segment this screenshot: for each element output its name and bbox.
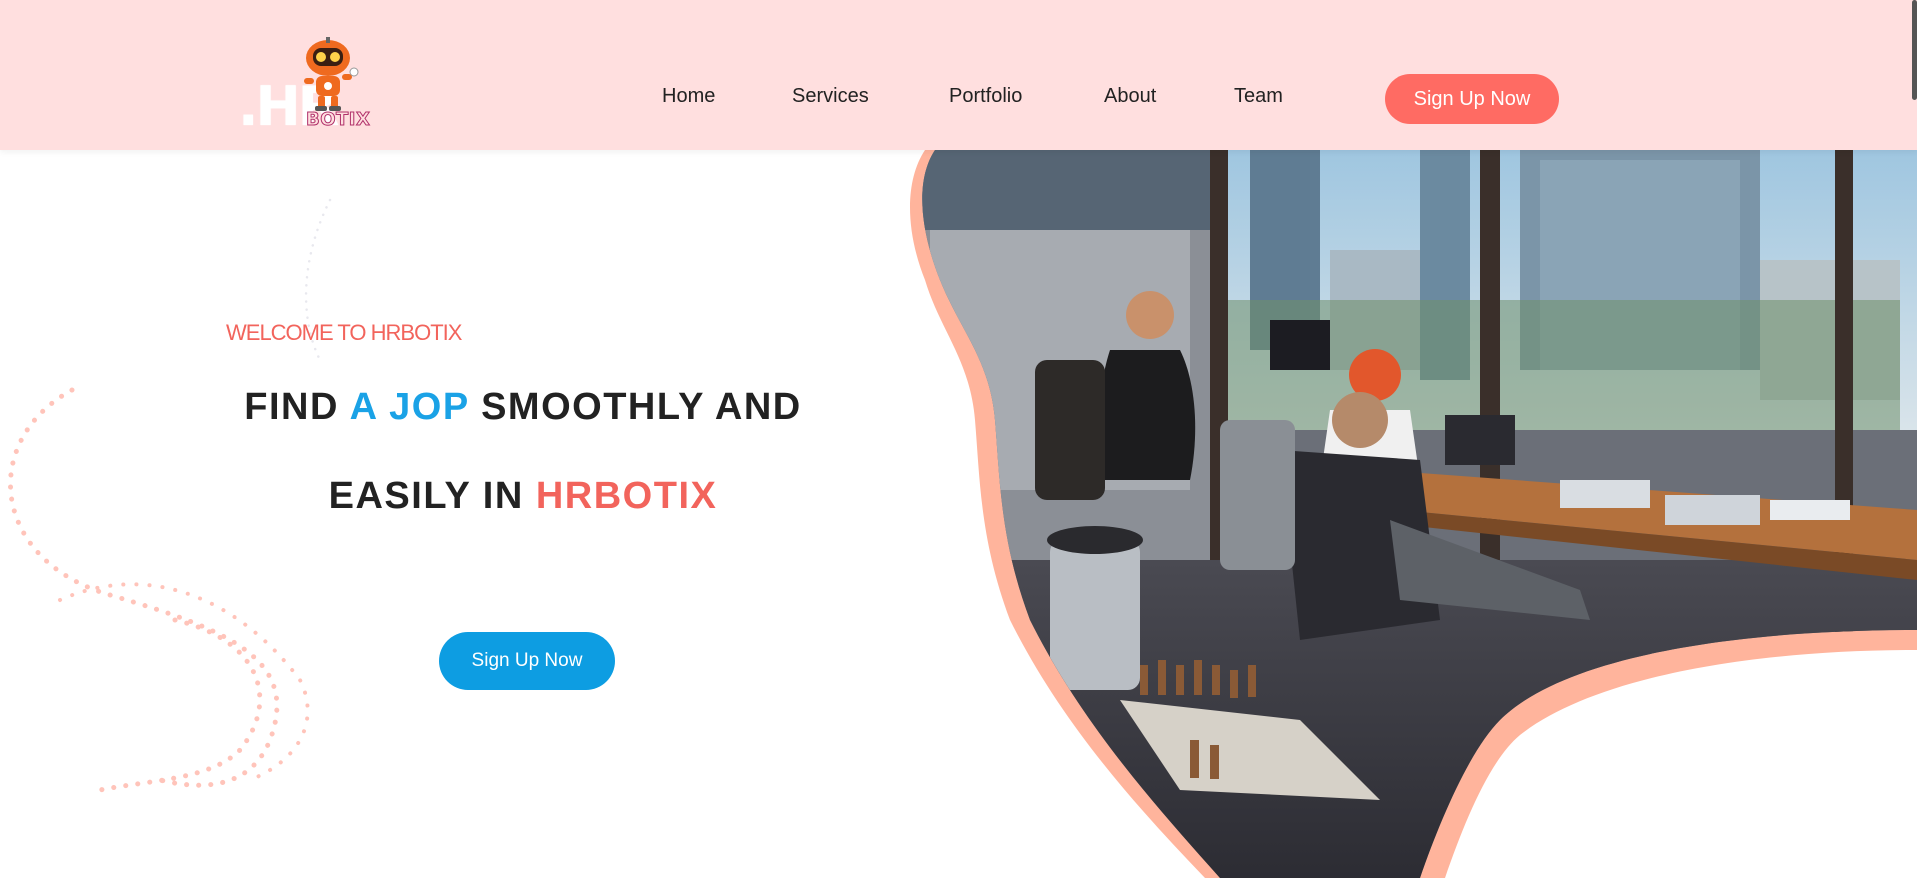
hero-signup-button[interactable]: Sign Up Now <box>439 632 615 690</box>
headline-highlight-red: HRBOTIX <box>535 475 718 517</box>
robot-mascot-icon <box>304 37 359 111</box>
hero-headline-line-2: EASILY IN HRBOTIX <box>198 475 848 518</box>
headline-part: FIND <box>244 386 350 428</box>
header-signup-button[interactable]: Sign Up Now <box>1385 74 1559 124</box>
headline-part: SMOOTHLY AND <box>469 386 802 428</box>
nav-portfolio[interactable]: Portfolio <box>949 86 1022 106</box>
headline-part: EASILY IN <box>328 475 536 517</box>
headline-highlight-blue: A JOP <box>349 386 470 428</box>
site-header: .HR BOTIX Home Services Portfolio About … <box>0 0 1917 150</box>
brand-logo[interactable]: .HR BOTIX <box>232 36 380 136</box>
page-scrollbar[interactable] <box>1912 0 1917 100</box>
nav-team[interactable]: Team <box>1234 86 1283 106</box>
nav-home[interactable]: Home <box>662 86 715 106</box>
hero-headline-line-1: FIND A JOP SMOOTHLY AND <box>198 386 848 429</box>
nav-about[interactable]: About <box>1104 86 1156 106</box>
hero-welcome-text: WELCOME TO HRBOTIX <box>226 320 462 345</box>
nav-services[interactable]: Services <box>792 86 869 106</box>
logo-wordmark: BOTIX <box>305 109 371 130</box>
